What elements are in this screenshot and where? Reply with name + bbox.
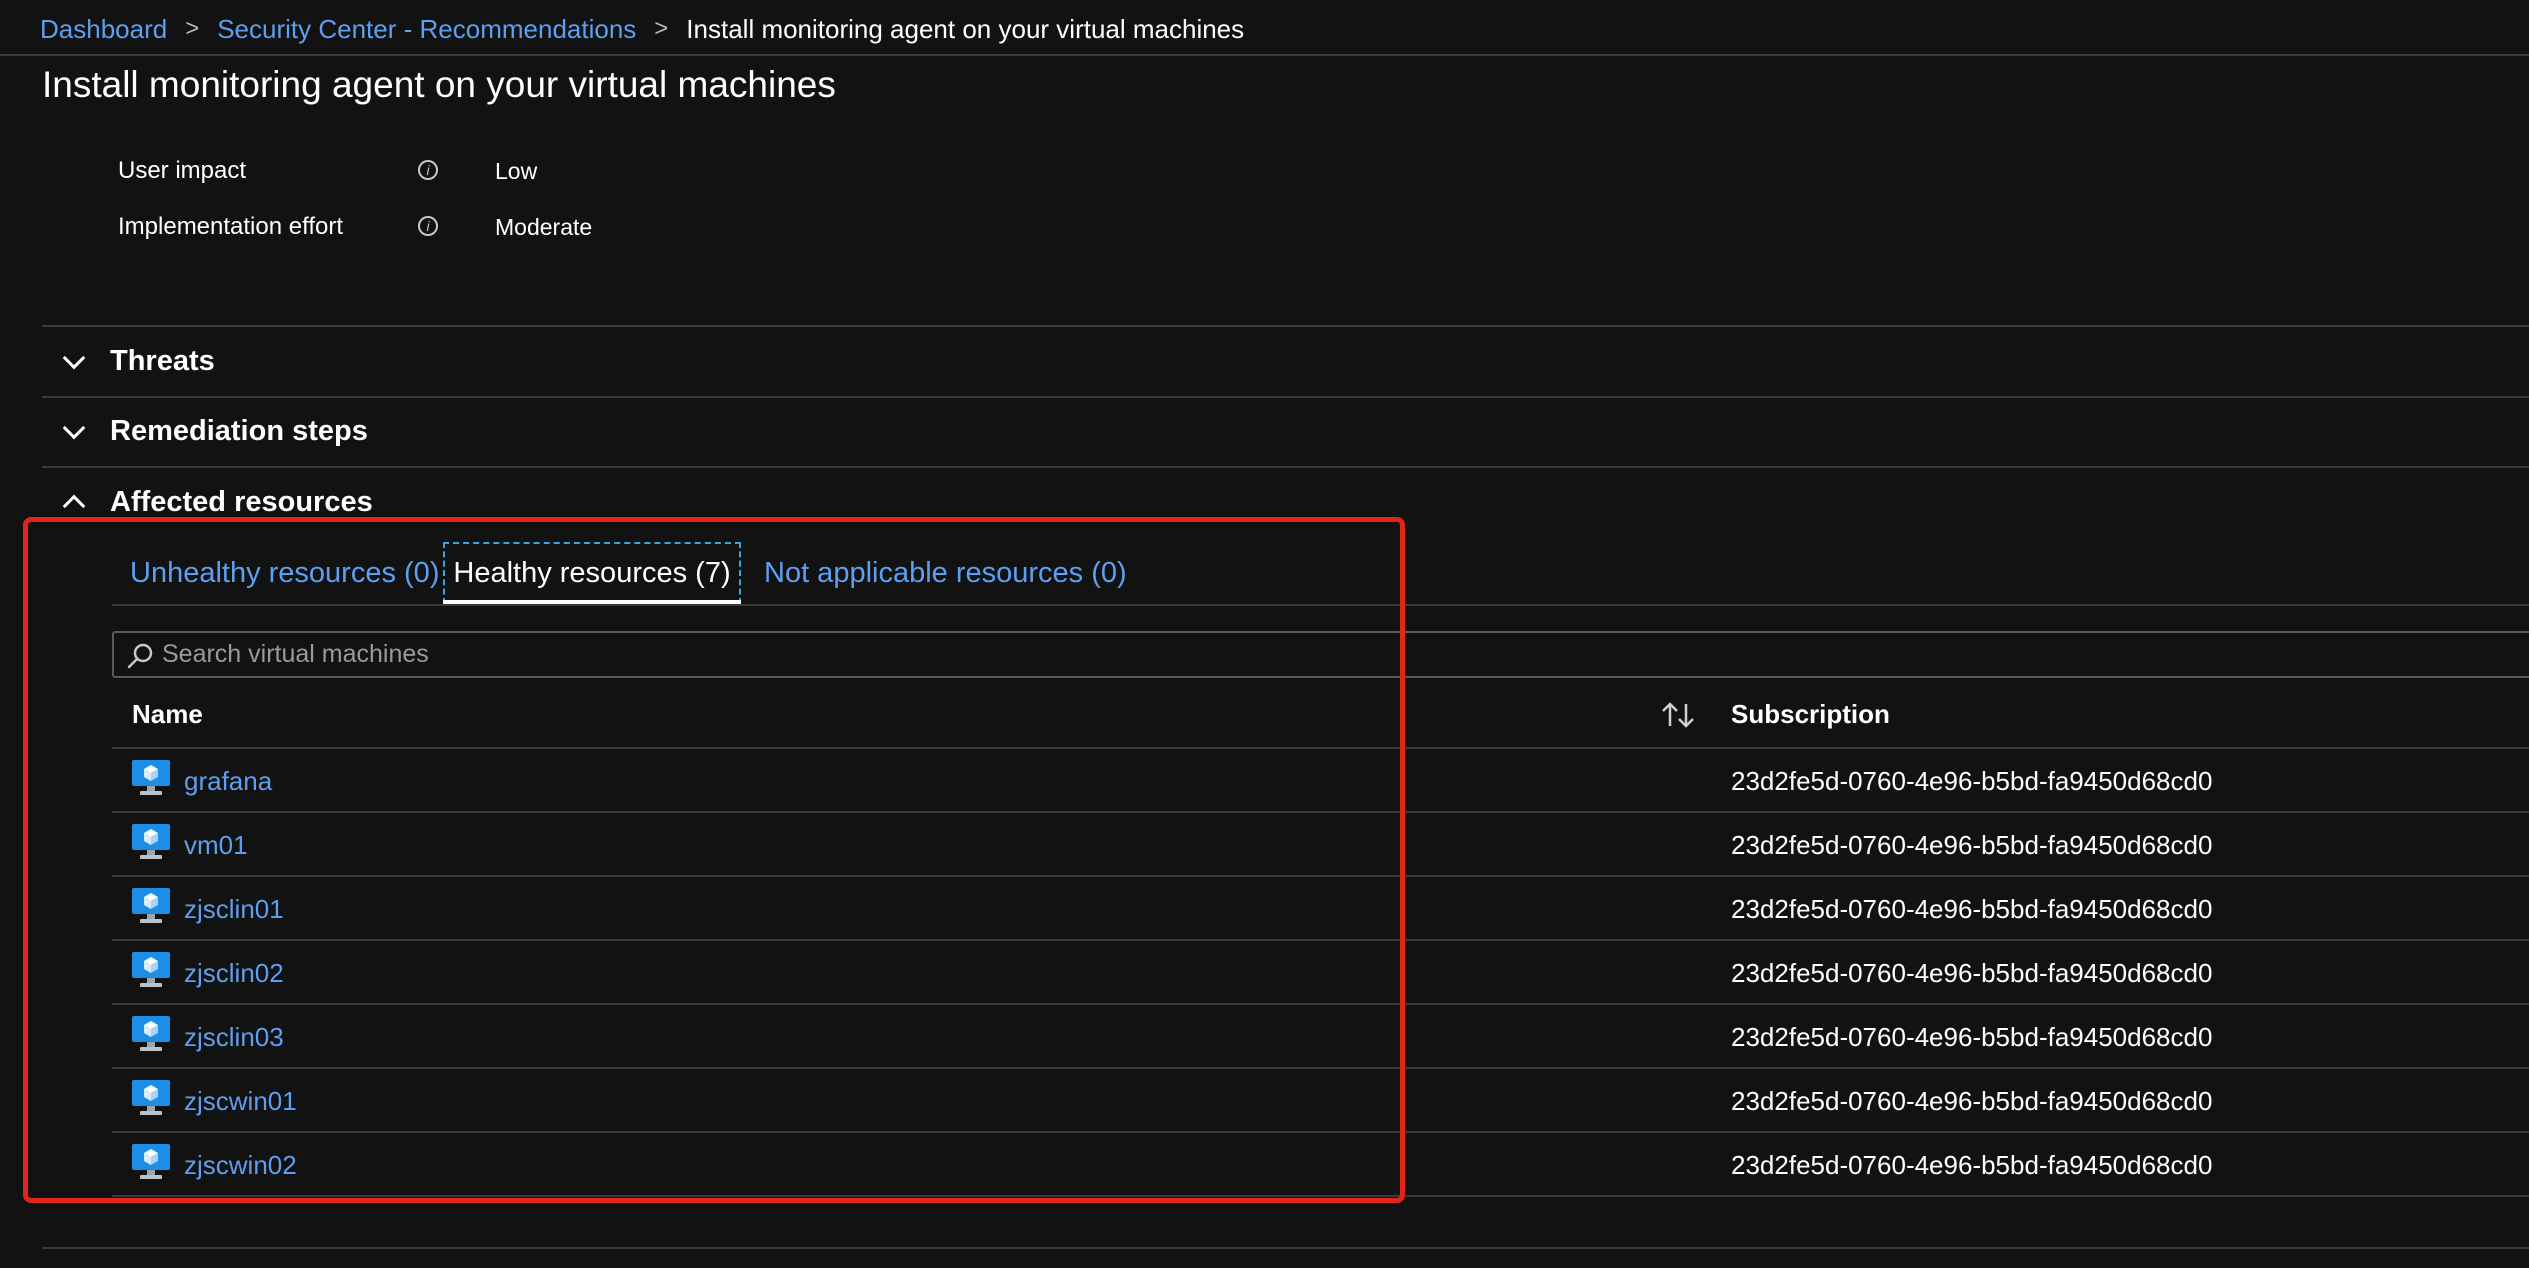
section-threats-title: Threats xyxy=(110,345,215,377)
breadcrumb-dashboard-link[interactable]: Dashboard xyxy=(40,14,167,45)
section-affected-resources[interactable]: Affected resources xyxy=(42,468,2529,524)
info-icon[interactable]: i xyxy=(418,160,438,180)
breadcrumb-recommendations-link[interactable]: Security Center - Recommendations xyxy=(217,14,636,45)
subscription-id: 23d2fe5d-0760-4e96-b5bd-fa9450d68cd0 xyxy=(1731,894,2213,924)
subscription-id: 23d2fe5d-0760-4e96-b5bd-fa9450d68cd0 xyxy=(1731,830,2213,860)
subscription-id: 23d2fe5d-0760-4e96-b5bd-fa9450d68cd0 xyxy=(1731,1022,2213,1052)
section-affected-resources-title: Affected resources xyxy=(110,486,373,518)
highlight-box xyxy=(23,517,1405,1203)
subscription-id: 23d2fe5d-0760-4e96-b5bd-fa9450d68cd0 xyxy=(1731,1150,2213,1180)
subscription-id: 23d2fe5d-0760-4e96-b5bd-fa9450d68cd0 xyxy=(1731,1086,2213,1116)
chevron-right-icon: > xyxy=(654,15,669,42)
implementation-effort-value: Moderate xyxy=(495,214,593,240)
breadcrumb-current: Install monitoring agent on your virtual… xyxy=(686,13,1245,44)
subscription-id: 23d2fe5d-0760-4e96-b5bd-fa9450d68cd0 xyxy=(1731,766,2213,796)
header-divider xyxy=(0,54,2529,56)
chevron-down-icon xyxy=(62,346,86,370)
chevron-down-icon xyxy=(62,416,86,440)
user-impact-label: User impact xyxy=(118,157,247,184)
info-icon[interactable]: i xyxy=(418,216,438,236)
section-remediation-title: Remediation steps xyxy=(110,415,368,447)
user-impact-value: Low xyxy=(495,158,538,184)
chevron-up-icon xyxy=(62,494,86,518)
column-header-subscription[interactable]: Subscription xyxy=(1731,699,1890,730)
breadcrumb: Dashboard > Security Center - Recommenda… xyxy=(40,12,1244,46)
chevron-right-icon: > xyxy=(185,15,200,42)
page-title: Install monitoring agent on your virtual… xyxy=(42,64,836,105)
section-divider xyxy=(42,325,2529,327)
section-divider xyxy=(42,1247,2529,1249)
subscription-id: 23d2fe5d-0760-4e96-b5bd-fa9450d68cd0 xyxy=(1731,958,2213,988)
section-threats[interactable]: Threats xyxy=(42,328,2529,396)
section-remediation-steps[interactable]: Remediation steps xyxy=(42,398,2529,466)
implementation-effort-label: Implementation effort xyxy=(118,213,344,240)
sort-icon[interactable] xyxy=(1660,700,1696,730)
